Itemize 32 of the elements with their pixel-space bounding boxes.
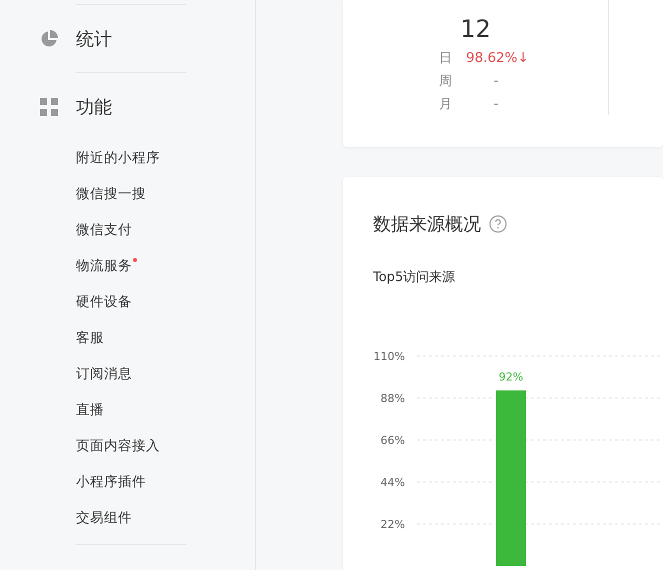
- metric-value: 12: [460, 14, 491, 45]
- axis-tick-label: 22%: [380, 518, 405, 531]
- period-label: 周: [439, 73, 452, 91]
- sidebar-item[interactable]: 客服: [76, 329, 104, 347]
- sidebar-section-title[interactable]: 统计: [76, 26, 112, 50]
- change-value: -: [492, 72, 500, 91]
- period-label: 日: [439, 50, 452, 68]
- period-label: 月: [439, 96, 452, 114]
- notification-dot: [133, 258, 137, 262]
- sidebar-item[interactable]: 小程序插件: [76, 473, 146, 491]
- pie-chart-icon: [40, 30, 58, 48]
- sidebar-item[interactable]: 附近的小程序: [76, 149, 160, 167]
- axis-tick-label: 44%: [380, 476, 405, 489]
- axis-tick-label: 88%: [380, 392, 405, 405]
- axis-tick-label: 66%: [380, 434, 405, 447]
- sidebar-section-title[interactable]: 功能: [76, 94, 112, 118]
- sidebar-item[interactable]: 订阅消息: [76, 365, 132, 383]
- help-icon[interactable]: [489, 215, 507, 233]
- sidebar-item[interactable]: 物流服务: [76, 257, 132, 275]
- sidebar-item[interactable]: 微信支付: [76, 221, 132, 239]
- bar-value-label: 92%: [498, 370, 524, 384]
- chart-subtitle: Top5访问来源: [373, 269, 456, 286]
- axis-tick-label: 110%: [374, 350, 405, 363]
- sidebar-item[interactable]: 直播: [76, 401, 104, 419]
- grid-icon: [40, 98, 58, 116]
- sidebar-item[interactable]: 页面内容接入: [76, 437, 160, 455]
- change-value: 98.62%↓: [466, 49, 526, 68]
- sidebar-item[interactable]: 交易组件: [76, 509, 132, 527]
- sidebar-item[interactable]: 微信搜一搜: [76, 185, 146, 203]
- change-value: -: [492, 95, 500, 114]
- card-title: 数据来源概况: [373, 213, 481, 236]
- sidebar-item[interactable]: 硬件设备: [76, 293, 132, 311]
